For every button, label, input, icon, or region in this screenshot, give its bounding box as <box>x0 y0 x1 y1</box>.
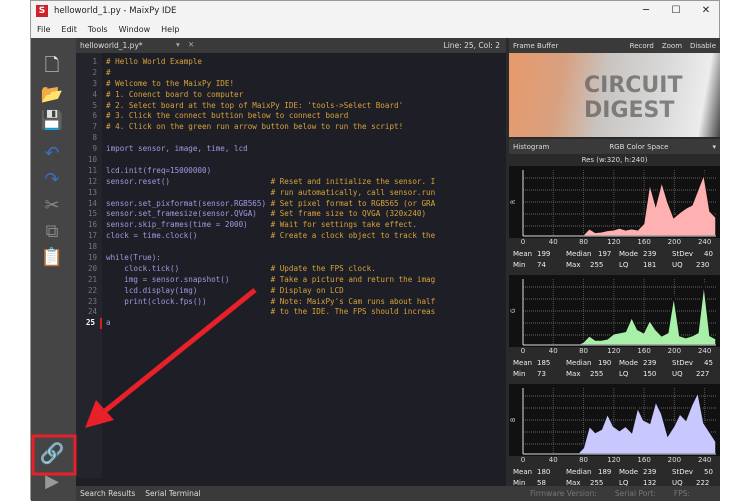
annotation-overlay <box>31 288 257 476</box>
red-arrow-shaft <box>98 288 257 417</box>
highlight-box <box>31 434 77 476</box>
